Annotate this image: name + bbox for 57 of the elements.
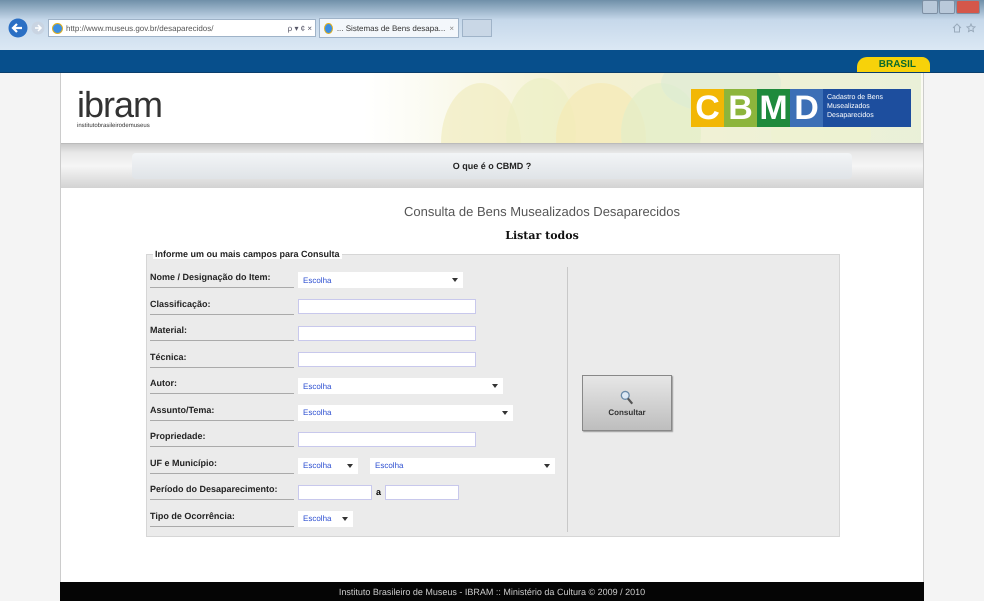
logo-letter: M [757, 89, 790, 127]
dropdown-arrow-icon [502, 410, 508, 415]
page-icon [52, 22, 63, 34]
input-field[interactable] [298, 352, 476, 368]
address-bar-controls[interactable]: ρ ▾ ¢ × [288, 24, 312, 32]
dropdown[interactable]: Escolha [370, 458, 555, 474]
dropdown[interactable]: Escolha [298, 458, 358, 474]
input-field[interactable] [298, 484, 372, 500]
field-label: Classificação: [150, 298, 294, 315]
logo-letter: C [691, 89, 724, 127]
page-title: Consulta de Bens Musealizados Desaparecidos [404, 204, 680, 219]
tab-title: ... Sistemas de Bens desapa... [336, 24, 446, 32]
field-label: Propriedade: [150, 431, 294, 448]
dropdown-arrow-icon [342, 516, 348, 521]
input-field[interactable] [385, 484, 460, 500]
dropdown-arrow-icon [492, 384, 498, 388]
field-label: UF e Município: [150, 458, 294, 474]
footer-text: Instituto Brasileiro de Museus - IBRAM :: Ministério da Cultura © 2009 / 2010 [338, 586, 646, 596]
dropdown[interactable]: Escolha [298, 510, 353, 527]
search-button[interactable]: Consultar [582, 375, 672, 431]
brasil-link[interactable]: BRASIL [856, 57, 930, 72]
field-label: Material: [150, 325, 294, 342]
logo-wordmark[interactable]: ibram [77, 87, 162, 123]
maximize-button[interactable] [939, 0, 955, 14]
star-icon[interactable] [966, 23, 976, 33]
nav-link[interactable]: O que é o CBMD ? [132, 153, 852, 179]
dropdown-arrow-icon [544, 464, 550, 468]
field-label: Período do Desaparecimento: [150, 484, 294, 500]
dropdown[interactable]: Escolha [298, 404, 513, 421]
field-label: Tipo de Ocorrência: [150, 510, 294, 527]
close-button[interactable] [956, 0, 980, 14]
list-all-link[interactable]: Listar todos [505, 229, 579, 242]
dropdown-arrow-icon [452, 278, 458, 282]
dropdown-arrow-icon [347, 464, 353, 468]
form-legend: Informe um ou mais campos para Consulta [153, 249, 342, 259]
page-icon [324, 22, 333, 34]
browser-tab[interactable]: ... Sistemas de Bens desapa... × [319, 18, 459, 38]
field-label: Autor: [150, 378, 294, 394]
minimize-button[interactable] [922, 0, 938, 14]
field-label: Técnica: [150, 352, 294, 368]
logo-letter: D [790, 89, 823, 127]
home-icon[interactable] [952, 23, 962, 33]
back-icon[interactable] [8, 18, 28, 38]
input-field[interactable] [298, 326, 476, 341]
logo-letter: B [724, 89, 757, 127]
field-label: Nome / Designação do Item: [150, 272, 294, 288]
new-tab-button[interactable] [462, 19, 492, 37]
forward-icon[interactable] [31, 21, 45, 35]
dropdown[interactable]: Escolha [298, 272, 463, 288]
dropdown[interactable]: Escolha [298, 378, 503, 394]
range-separator: a [376, 487, 382, 498]
input-field[interactable] [298, 432, 476, 447]
input-field[interactable] [298, 299, 476, 314]
address-bar[interactable]: http://www.museus.gov.br/desaparecidos/ ρ ▾ ¢ × [48, 19, 316, 37]
address-text: http://www.museus.gov.br/desaparecidos/ [66, 24, 214, 32]
field-label: Assunto/Tema: [150, 404, 294, 421]
search-icon [620, 390, 634, 406]
